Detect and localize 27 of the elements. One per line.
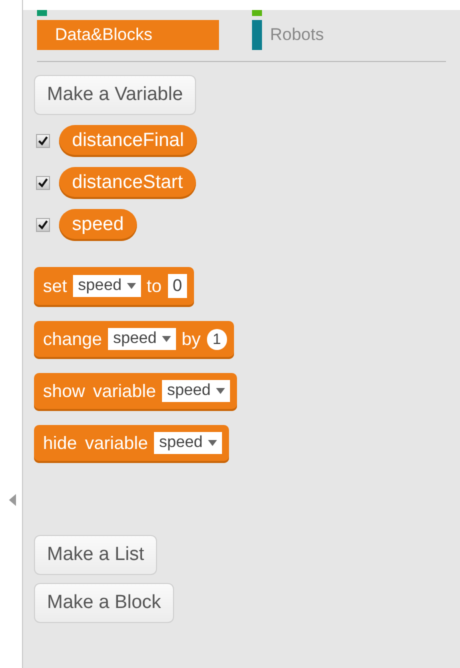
dropdown-arrow-icon [208, 440, 217, 446]
number-field[interactable]: 1 [206, 328, 228, 350]
dropdown-field[interactable]: speed [108, 328, 176, 350]
block-label: show variable [43, 380, 156, 402]
block-label: to [146, 276, 162, 296]
make-block-button[interactable]: Make a Block [34, 583, 174, 623]
make-list-button[interactable]: Make a List [34, 535, 158, 575]
checkbox[interactable] [36, 134, 50, 148]
block-label: set [43, 276, 68, 296]
block-label: change [43, 328, 102, 350]
dropdown-field[interactable]: speed [162, 380, 230, 402]
block[interactable]: set speed to 0 [34, 267, 194, 307]
block[interactable]: show variable speed [34, 373, 237, 411]
dropdown-arrow-icon [216, 388, 225, 394]
dropdown-field[interactable]: speed [73, 275, 141, 297]
make-variable-button[interactable]: Make a Variable [34, 75, 196, 115]
collapse-arrow-icon[interactable] [9, 494, 17, 506]
block-label: by [182, 328, 201, 350]
block[interactable]: change speed by 1 [34, 321, 234, 359]
checkbox[interactable] [36, 176, 50, 190]
block[interactable]: hide variable speed [34, 425, 229, 463]
checkbox[interactable] [36, 218, 50, 232]
dropdown-arrow-icon [162, 336, 171, 342]
block-label: hide variable [43, 432, 148, 454]
dropdown-field[interactable]: speed [154, 432, 222, 454]
number-field[interactable]: 0 [168, 274, 188, 298]
dropdown-arrow-icon [126, 283, 136, 289]
